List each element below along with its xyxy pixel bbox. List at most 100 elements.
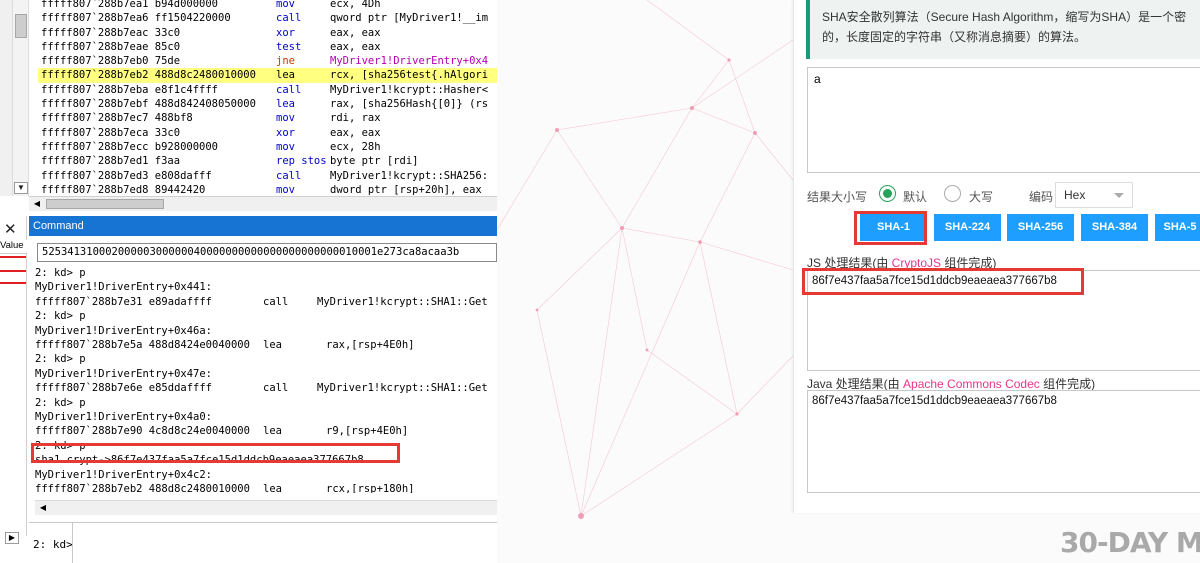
output-address: fffff807`288b7e5a 488d8424e0040000 <box>35 339 250 351</box>
case-upper-label[interactable]: 大写 <box>969 188 993 205</box>
output-mnemonic: lea <box>263 339 282 351</box>
disassembly-row[interactable]: fffff807`288b7eca 33c0 xor eax, eax <box>38 126 497 140</box>
scrollbar-thumb[interactable] <box>15 14 27 38</box>
java-label-suffix: 组件完成) <box>1039 377 1096 391</box>
output-mnemonic: lea <box>263 425 282 438</box>
encoding-select[interactable]: Hex <box>1055 182 1133 208</box>
instruction-operands: qword ptr [MyDriver1!__im <box>330 12 489 25</box>
instruction-mnemonic: mov <box>276 0 295 10</box>
encoding-label: 编码 <box>1029 190 1054 204</box>
sha512-button[interactable]: SHA-5 <box>1155 214 1200 241</box>
disassembly-row[interactable]: fffff807`288b7eb0 75de jne MyDriver1!Drive… <box>38 54 497 68</box>
scrollbar-thumb[interactable] <box>46 199 164 209</box>
instruction-operands: rcx, [sha256test{.hAlgori <box>330 69 489 82</box>
command-output-line: MyDriver1!DriverEntry+0x4a0: <box>35 411 213 423</box>
sha256-button[interactable]: SHA-256 <box>1007 214 1074 241</box>
disassembly-row[interactable]: fffff807`288b7ec7 488bf8 mov rdi, rax <box>38 111 497 125</box>
instruction-operands: rax, [sha256Hash{[0]} (rs <box>330 98 489 111</box>
command-history-field[interactable]: 5253413100020000030000004000000000000000… <box>37 243 497 262</box>
instruction-mnemonic: rep stos <box>276 155 327 168</box>
instruction-operands: MyDriver1!kcrypt::SHA256: <box>330 169 489 182</box>
output-operands: rcx,[rsp+180h] <box>326 483 415 493</box>
command-output-line: MyDriver1!DriverEntry+0x46a: <box>35 324 213 337</box>
scroll-right-arrow-icon[interactable]: ▶ <box>5 532 19 544</box>
disassembly-row[interactable]: fffff807`288b7eae 85c0 test eax, eax <box>38 40 497 54</box>
command-horizontal-scrollbar[interactable]: ◀ <box>35 500 497 515</box>
instruction-mnemonic: call <box>276 12 302 25</box>
description-line: SHA安全散列算法（Secure Hash Algorithm，缩写为SHA）是… <box>822 10 1187 24</box>
output-options: 结果大小写 默认 大写 编码 Hex <box>807 182 1200 208</box>
apache-commons-codec-link[interactable]: Apache Commons Codec <box>903 377 1040 391</box>
sha224-button[interactable]: SHA-224 <box>934 214 1001 241</box>
instruction-mnemonic: jne <box>276 55 295 68</box>
command-prompt: 2: kd> <box>33 538 73 551</box>
instruction-address: fffff807`288b7ed1 f3aa <box>41 155 181 168</box>
output-operands: rax,[rsp+4E0h] <box>326 339 415 351</box>
disassembly-row[interactable]: fffff807`288b7ed1 f3aa rep stos byte ptr [… <box>38 154 497 168</box>
locals-value-header: Value <box>0 240 27 254</box>
instruction-mnemonic: lea <box>276 69 295 82</box>
sha384-button[interactable]: SHA-384 <box>1081 214 1148 241</box>
case-default-label[interactable]: 默认 <box>903 188 927 205</box>
locals-pane: ✕ Value <box>0 216 27 536</box>
disassembly-horizontal-scrollbar[interactable]: ◀ <box>29 196 497 211</box>
disassembly-row[interactable]: fffff807`288b7ecc b928000000 mov ecx, 28h <box>38 140 497 154</box>
instruction-mnemonic: mov <box>276 183 295 196</box>
command-window-title: Command <box>29 216 497 236</box>
disassembly-row[interactable]: fffff807`288b7eba e8f1c4ffff call MyDriver… <box>38 83 497 97</box>
algorithm-description: SHA安全散列算法（Secure Hash Algorithm，缩写为SHA）是… <box>806 0 1200 59</box>
close-icon[interactable]: ✕ <box>4 220 17 238</box>
locals-highlight-line <box>0 256 26 258</box>
annotation-highlight-box <box>31 443 400 463</box>
instruction-operands: eax, eax <box>330 40 381 53</box>
disassembly-row[interactable]: fffff807`288b7ea1 b94d000000 mov ecx, 4Dh <box>38 0 497 11</box>
output-address: fffff807`288b7e31 e89adaffff <box>35 295 213 308</box>
disassembly-lines: fffff807`288b7ea1 b94d000000 mov ecx, 4Dh f… <box>38 0 497 197</box>
instruction-operands: rdi, rax <box>330 112 381 125</box>
disassembly-row[interactable]: fffff807`288b7ebf 488d842408050000 lea rax… <box>38 97 497 111</box>
encoding-value: Hex <box>1064 188 1086 202</box>
description-line: 的，长度固定的字符串（又称消息摘要）的算法。 <box>822 30 1087 44</box>
instruction-mnemonic: mov <box>276 140 295 153</box>
case-label: 结果大小写 <box>807 190 868 204</box>
instruction-operands: eax, eax <box>330 126 381 139</box>
chevron-down-icon <box>1114 193 1124 198</box>
command-output-line: 2: kd> p <box>35 353 86 366</box>
case-upper-radio[interactable] <box>944 185 961 202</box>
disassembly-vertical-scrollbar[interactable]: ▼ <box>12 0 29 196</box>
disassembly-row[interactable]: fffff807`288b7ea6 ff1504220000 call qword … <box>38 11 497 25</box>
instruction-address: fffff807`288b7eba e8f1c4ffff <box>41 83 219 96</box>
output-operands: r9,[rsp+4E0h] <box>326 425 409 438</box>
output-address: fffff807`288b7eb2 488d8c2480010000 <box>35 483 250 493</box>
scroll-left-arrow-icon[interactable]: ◀ <box>37 502 49 514</box>
instruction-operands: ecx, 28h <box>330 140 381 153</box>
disassembly-row[interactable]: fffff807`288b7ed3 e808dafff call MyDriver1… <box>38 169 497 183</box>
command-input-area[interactable]: 2: kd> <box>29 522 497 563</box>
command-output-line: 2: kd> p <box>35 267 86 279</box>
instruction-address: fffff807`288b7ed8 89442420 <box>41 183 206 196</box>
command-output-line: 2: kd> p <box>35 310 86 323</box>
instruction-mnemonic: lea <box>276 98 295 111</box>
output-address: fffff807`288b7e6e e85ddaffff <box>35 382 213 395</box>
sha-web-tool: SHA安全散列算法（Secure Hash Algorithm，缩写为SHA）是… <box>497 0 1200 563</box>
instruction-operands: ecx, 4Dh <box>330 0 381 10</box>
command-output-line: 2: kd> p <box>35 396 86 409</box>
scroll-left-arrow-icon[interactable]: ◀ <box>31 198 43 210</box>
instruction-mnemonic: call <box>276 83 302 96</box>
disassembly-row[interactable]: fffff807`288b7ed8 89442420 mov dword ptr [… <box>38 183 497 197</box>
scroll-down-arrow-icon[interactable]: ▼ <box>14 182 28 194</box>
instruction-mnemonic: mov <box>276 112 295 125</box>
command-output-line: MyDriver1!DriverEntry+0x47e: <box>35 367 213 380</box>
instruction-operands: dword ptr [rsp+20h], eax <box>330 183 482 196</box>
output-mnemonic: call <box>263 382 289 395</box>
case-default-radio[interactable] <box>879 185 896 202</box>
tool-panel: SHA安全散列算法（Secure Hash Algorithm，缩写为SHA）是… <box>793 0 1200 513</box>
command-window: Command 52534131000200000300000040000000… <box>29 216 497 563</box>
instruction-address: fffff807`288b7ecc b928000000 <box>41 140 219 153</box>
plaintext-input[interactable]: a <box>807 67 1200 173</box>
locals-highlight-line <box>0 270 26 272</box>
output-operands: MyDriver1!kcrypt::SHA1::Get <box>317 295 488 308</box>
disassembly-row[interactable]: fffff807`288b7eac 33c0 xor eax, eax <box>38 26 497 40</box>
disassembly-row[interactable]: fffff807`288b7eb2 488d8c2480010000 lea rcx… <box>38 68 497 83</box>
java-result-output[interactable]: 86f7e437faa5a7fce15d1ddcb9eaeaea377667b8 <box>807 390 1200 493</box>
